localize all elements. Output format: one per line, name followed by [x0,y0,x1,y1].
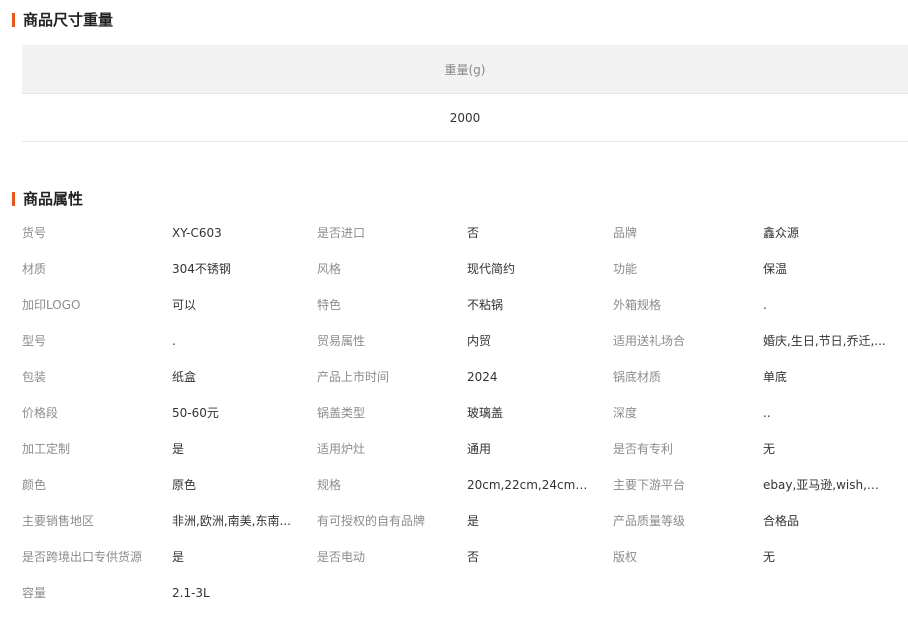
attribute-label: 价格段 [22,406,59,420]
attribute-row: 加印LOGO 可以 特色 不粘锅 外箱规格. [22,293,908,329]
attribute-label: 货号 [22,226,47,240]
attribute-value: 是 [172,442,185,456]
attribute-label: 有可授权的自有品牌 [317,514,426,528]
attribute-value: . [763,298,767,312]
section-title-attributes: 商品属性 [12,190,83,208]
attribute-label: 品牌 [613,226,638,240]
attribute-value: XY-C603 [172,226,222,240]
attribute-value: .. [763,406,771,420]
attribute-value: 现代简约 [467,262,516,276]
attribute-label: 风格 [317,262,342,276]
attribute-value: 是 [172,550,185,564]
attribute-label: 产品上市时间 [317,370,390,384]
attribute-label: 是否有专利 [613,442,674,456]
attribute-value: 无 [763,550,776,564]
attribute-row: 包装 纸盒 产品上市时间 2024 锅底材质 单底 [22,365,908,401]
attribute-value: ebay,亚马逊,wish,速... [763,478,887,492]
attribute-row: 材质 304不锈钢 风格 现代简约 功能 保温 [22,257,908,293]
attribute-row: 价格段 50-60元 锅盖类型 玻璃盖 深度.. [22,401,908,437]
attribute-value: 否 [467,550,480,564]
attribute-value: 鑫众源 [763,226,800,240]
attribute-label: 主要下游平台 [613,478,686,492]
attribute-value: 非洲,欧洲,南美,东南... [172,514,291,528]
attribute-label: 规格 [317,478,342,492]
attribute-row: 型号. 贸易属性 内贸 适用送礼场合 婚庆,生日,节日,乔迁,... [22,329,908,365]
attribute-label: 锅底材质 [613,370,662,384]
attribute-value: 304不锈钢 [172,262,231,276]
attribute-label: 是否进口 [317,226,366,240]
weight-table: 重量(g) 2000 [22,45,908,142]
attribute-label: 贸易属性 [317,334,366,348]
attribute-value: 不粘锅 [467,298,504,312]
section-title-text: 商品属性 [23,190,84,208]
attribute-row: 加工定制 是 适用炉灶 通用 是否有专利 无 [22,437,908,473]
attribute-row: 容量 2.1-3L [22,581,908,617]
attribute-value: 2.1-3L [172,586,210,600]
attribute-label: 加工定制 [22,442,71,456]
attribute-label: 适用送礼场合 [613,334,686,348]
attribute-value: . [172,334,176,348]
attribute-value: 单底 [763,370,788,384]
section-title-text: 商品尺寸重量 [23,11,114,29]
attribute-value: 通用 [467,442,492,456]
attribute-label: 主要销售地区 [22,514,95,528]
section-accent-bar [12,13,15,27]
attribute-value: 无 [763,442,776,456]
attribute-label: 是否跨境出口专供货源 [22,550,143,564]
attribute-label: 版权 [613,550,638,564]
attribute-value: 纸盒 [172,370,197,384]
attribute-label: 颜色 [22,478,47,492]
attribute-value: 2024 [467,370,498,384]
section-title-size-weight: 商品尺寸重量 [12,11,113,29]
attribute-value: 合格品 [763,514,800,528]
attribute-label: 容量 [22,586,47,600]
attribute-value: 否 [467,226,480,240]
attribute-grid: 货号 XY-C603 是否进口否品牌 鑫众源 材质 304不锈钢 风格 现代简约 功能 保温 加印L… [22,221,908,617]
section-accent-bar [12,192,15,206]
attribute-label: 锅盖类型 [317,406,366,420]
attribute-value: 婚庆,生日,节日,乔迁,... [763,334,886,348]
attribute-row: 主要销售地区 非洲,欧洲,南美,东南... 有可授权的自有品牌 是 产品质量等级 合格品 [22,509,908,545]
attribute-label: 产品质量等级 [613,514,686,528]
attribute-label: 型号 [22,334,47,348]
attribute-label: 适用炉灶 [317,442,366,456]
attribute-value: 内贸 [467,334,492,348]
attribute-value: 50-60元 [172,406,219,420]
weight-value-cell: 2000 [22,94,908,142]
attribute-label: 深度 [613,406,638,420]
attribute-value: 是 [467,514,480,528]
attribute-value: 保温 [763,262,788,276]
attribute-row: 货号 XY-C603 是否进口 否 品牌 鑫众源 [22,221,908,257]
attribute-label: 加印LOGO [22,298,81,312]
attribute-label: 功能 [613,262,638,276]
attribute-row: 是否跨境出口专供货源 是 是否电动 否 版权 无 [22,545,908,581]
attribute-row: 颜色 原色 规格 20cm,22cm,24cm,26c... 主要下游平台 ebay,亚马… [22,473,908,509]
attribute-label: 材质 [22,262,47,276]
weight-column-header: 重量(g) [22,45,908,94]
attribute-value: 可以 [172,298,197,312]
attribute-value: 玻璃盖 [467,406,504,420]
attribute-label: 包装 [22,370,47,384]
attribute-value: 原色 [172,478,197,492]
attribute-label: 是否电动 [317,550,366,564]
attribute-label: 外箱规格 [613,298,662,312]
attribute-value: 20cm,22cm,24cm,26c... [467,478,591,492]
attribute-label: 特色 [317,298,342,312]
